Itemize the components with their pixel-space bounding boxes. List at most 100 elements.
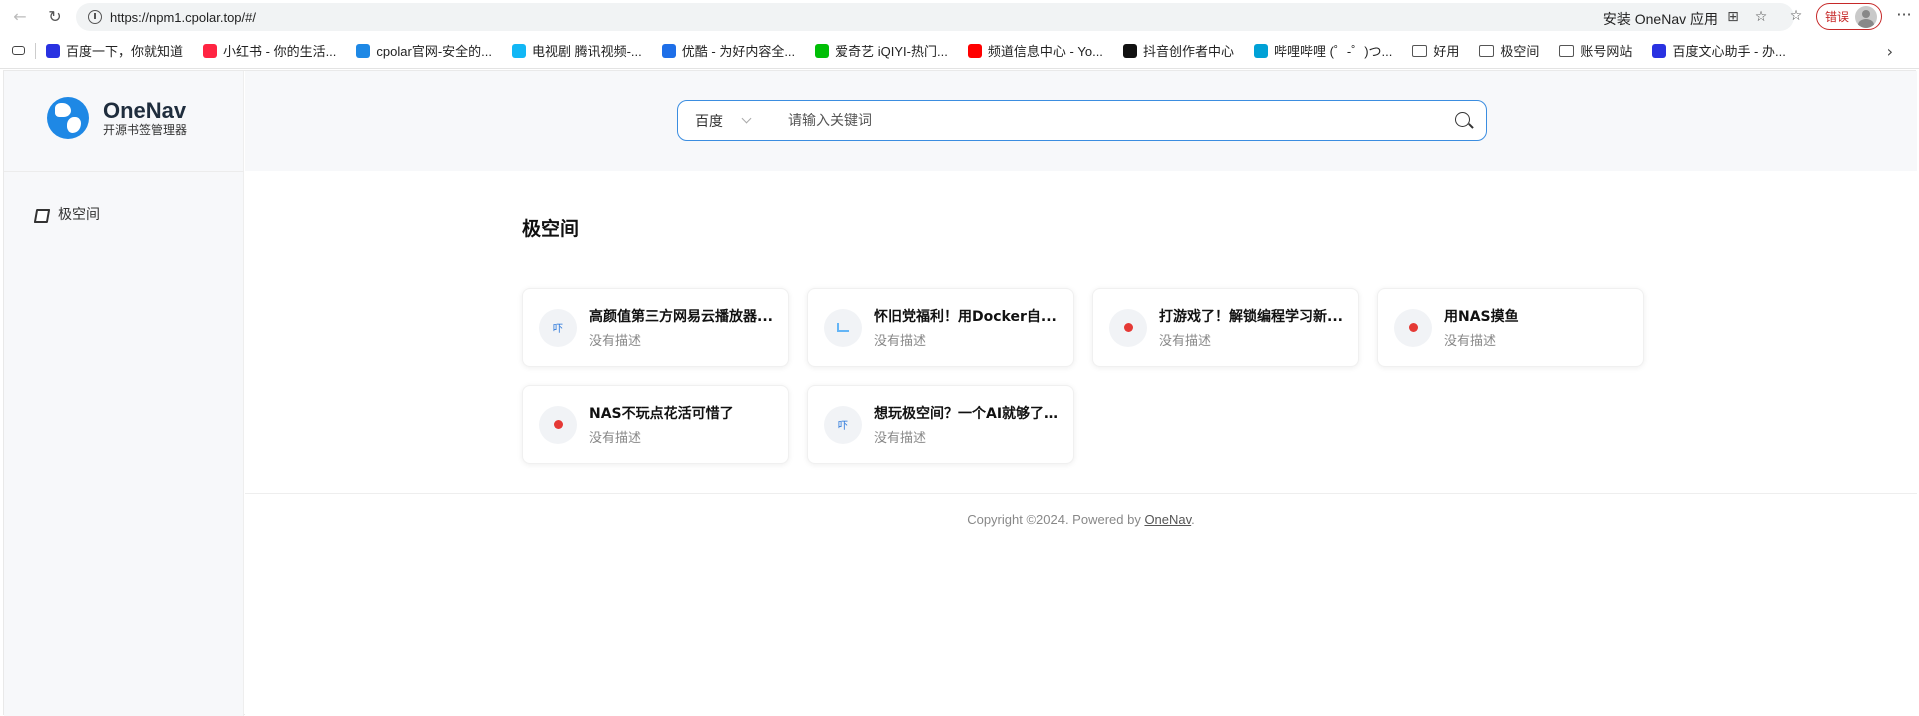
folder-icon <box>1479 44 1495 57</box>
footer-suffix: . <box>1191 512 1195 527</box>
more-menu-icon[interactable]: ··· <box>1893 5 1915 27</box>
search-engine-select[interactable]: 百度 <box>678 111 778 131</box>
bookmark-item[interactable]: 抖音创作者中心 <box>1122 41 1234 60</box>
error-label: 错误 <box>1825 10 1850 24</box>
sidebar-divider <box>4 171 244 172</box>
bookmark-card[interactable]: NAS不玩点花活可惜了 没有描述 <box>522 385 789 464</box>
bookmark-label: cpolar官网-安全的... <box>376 44 492 59</box>
site-info-icon[interactable] <box>88 10 102 24</box>
bookmark-label: 爱奇艺 iQIYI-热门... <box>835 44 948 59</box>
card-description: 没有描述 <box>874 431 927 446</box>
bookmark-favicon-icon <box>661 43 676 58</box>
bookmark-item[interactable]: 小红书 - 你的生活... <box>203 41 336 60</box>
search-input[interactable] <box>778 112 1454 129</box>
app-name: OneNav <box>103 97 187 123</box>
bookmark-label: 抖音创作者中心 <box>1142 44 1234 59</box>
card-description: 没有描述 <box>589 334 642 349</box>
onenav-app: OneNav 开源书签管理器 极空间 百度 极空间 吓 高颜值第三方网易云播放器.… <box>3 70 1917 716</box>
bookmark-favicon-icon <box>511 43 526 58</box>
bookmark-folder[interactable]: 好用 <box>1412 41 1459 60</box>
bookmark-label: 哔哩哔哩 (゜-゜)つ... <box>1273 44 1393 59</box>
bookmark-item[interactable]: 频道信息中心 - Yo... <box>967 41 1103 60</box>
card-description: 没有描述 <box>1159 334 1212 349</box>
card-description: 没有描述 <box>1444 334 1497 349</box>
app-logo[interactable]: OneNav 开源书签管理器 <box>47 97 187 139</box>
sidebar-item-jikongjian[interactable]: 极空间 <box>34 204 100 224</box>
site-favicon-icon <box>1394 308 1432 347</box>
bookmark-label: 频道信息中心 - Yo... <box>987 44 1103 59</box>
chevron-right-icon[interactable]: › <box>1887 42 1893 61</box>
site-favicon-icon <box>824 308 862 347</box>
globe-icon <box>47 97 89 139</box>
app-subtitle: 开源书签管理器 <box>103 122 188 137</box>
card-title: 打游戏了！解锁编程学习新... <box>1159 309 1343 325</box>
card-title: 想玩极空间？一个AI就够了... <box>874 406 1059 422</box>
bookmark-favicon-icon <box>203 43 218 58</box>
bookmark-favicon-icon <box>1122 43 1137 58</box>
main-content: 极空间 吓高颜值第三方网易云播放器... 没有描述 怀旧党福利！用Docker自..… <box>245 171 1917 716</box>
card-title: 用NAS摸鱼 <box>1444 309 1519 325</box>
card-title: 高颜值第三方网易云播放器... <box>589 309 773 325</box>
back-icon[interactable]: ← <box>7 3 33 29</box>
book-icon <box>34 208 46 220</box>
bookmark-label: 百度文心助手 - 办... <box>1672 44 1786 59</box>
bookmark-folder[interactable]: 账号网站 <box>1559 41 1632 60</box>
bookmark-label: 优酷 - 为好内容全... <box>681 44 796 59</box>
bookmark-item[interactable]: 百度一下，你就知道 <box>46 41 183 60</box>
bookmark-card[interactable]: 吓想玩极空间？一个AI就够了... 没有描述 <box>807 385 1074 464</box>
section-title: 极空间 <box>522 218 580 240</box>
site-favicon-icon <box>1109 308 1147 347</box>
bookmark-folder[interactable]: 极空间 <box>1479 41 1539 60</box>
header: 百度 <box>245 71 1917 171</box>
reload-icon[interactable]: ↻ <box>42 3 68 29</box>
folder-icon <box>1412 44 1428 57</box>
bookmark-item[interactable]: 优酷 - 为好内容全... <box>661 41 796 60</box>
search-icon[interactable] <box>1454 111 1474 131</box>
card-description: 没有描述 <box>589 431 642 446</box>
bookmark-card[interactable]: 用NAS摸鱼 没有描述 <box>1377 288 1644 367</box>
profile-error-button[interactable]: 错误 <box>1816 3 1882 30</box>
card-title: 怀旧党福利！用Docker自... <box>874 309 1057 325</box>
bookmark-card[interactable]: 怀旧党福利！用Docker自... 没有描述 <box>807 288 1074 367</box>
bookmarks-separator <box>35 42 36 59</box>
avatar-icon <box>1855 5 1878 28</box>
install-app-button[interactable]: 安装 OneNav 应用 <box>1603 9 1718 29</box>
bookmark-item[interactable]: cpolar官网-安全的... <box>356 41 492 60</box>
app-available-icon[interactable]: ⊞ <box>1722 6 1744 28</box>
bookmark-folder-label: 账号网站 <box>1580 44 1633 59</box>
bookmark-favicon-icon <box>815 43 830 58</box>
bookmark-label: 百度一下，你就知道 <box>66 44 184 59</box>
card-title: NAS不玩点花活可惜了 <box>589 406 734 422</box>
bookmark-favicon-icon <box>356 43 371 58</box>
chevron-down-icon <box>741 113 752 124</box>
bookmark-item[interactable]: 百度文心助手 - 办... <box>1652 41 1786 60</box>
bookmark-label: 电视剧 腾讯视频-... <box>531 44 642 59</box>
bookmark-card[interactable]: 打游戏了！解锁编程学习新... 没有描述 <box>1092 288 1359 367</box>
bookmark-item[interactable]: 哔哩哔哩 (゜-゜)つ... <box>1253 41 1393 60</box>
favorite-star-icon[interactable]: ☆ <box>1750 6 1772 28</box>
url-text[interactable]: https://npm1.cpolar.top/#/ <box>110 10 256 25</box>
bookmark-favicon-icon <box>967 43 982 58</box>
reading-list-icon[interactable] <box>12 46 25 55</box>
bookmark-folder-label: 极空间 <box>1500 44 1540 59</box>
bookmark-favicon-icon <box>46 43 60 58</box>
bookmark-item[interactable]: 爱奇艺 iQIYI-热门... <box>815 41 948 60</box>
bookmark-label: 小红书 - 你的生活... <box>223 44 337 59</box>
card-description: 没有描述 <box>874 334 927 349</box>
footer-copyright: Copyright ©2024. Powered by <box>967 512 1145 527</box>
footer-divider <box>245 493 1917 494</box>
footer-onenav-link[interactable]: OneNav <box>1144 512 1191 527</box>
bookmark-folder-label: 好用 <box>1433 44 1460 59</box>
bookmark-item[interactable]: 电视剧 腾讯视频-... <box>511 41 642 60</box>
bookmark-favicon-icon <box>1253 43 1268 58</box>
bookmark-list: 百度一下，你就知道 小红书 - 你的生活... cpolar官网-安全的... 电视剧… <box>46 41 1806 60</box>
site-favicon-icon <box>539 405 577 444</box>
folder-icon <box>1559 44 1575 57</box>
favorites-icon[interactable]: ☆ <box>1785 5 1807 27</box>
address-bar[interactable]: https://npm1.cpolar.top/#/ 安装 OneNav 应用 … <box>76 3 1794 31</box>
browser-toolbar: ← ↻ https://npm1.cpolar.top/#/ 安装 OneNav… <box>0 0 1919 33</box>
bookmark-card[interactable]: 吓高颜值第三方网易云播放器... 没有描述 <box>522 288 789 367</box>
site-favicon-icon: 吓 <box>824 405 862 444</box>
sidebar: OneNav 开源书签管理器 极空间 <box>4 71 244 716</box>
bookmarks-bar: 百度一下，你就知道 小红书 - 你的生活... cpolar官网-安全的... 电视剧… <box>0 33 1919 69</box>
